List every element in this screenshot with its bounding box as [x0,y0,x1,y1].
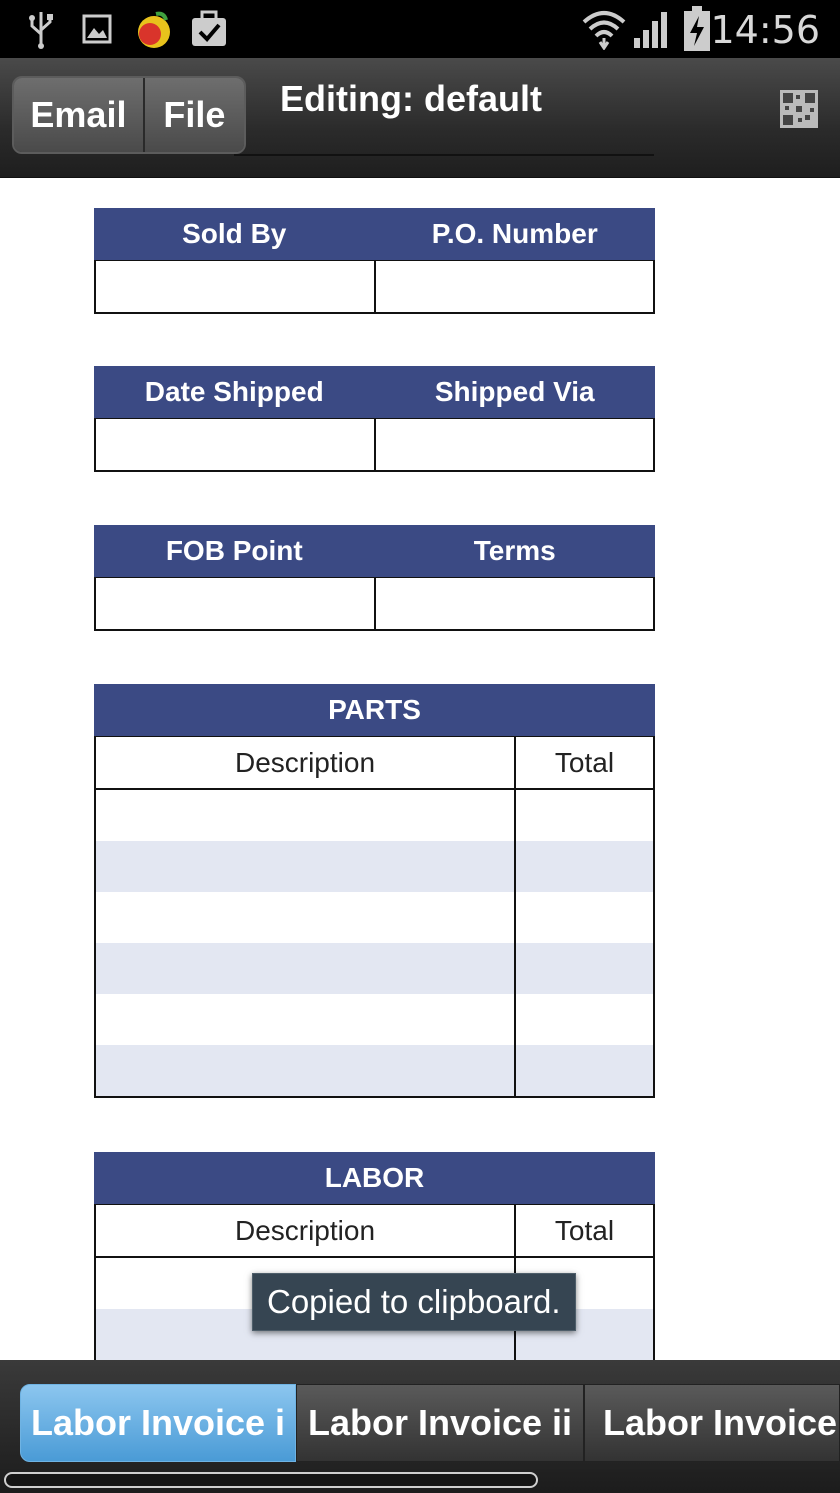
sold-by-label: Sold By [182,218,287,249]
image-icon [82,14,112,44]
email-button[interactable]: Email [14,78,145,152]
shipped-via-field[interactable] [373,419,654,470]
table-row [96,790,653,841]
labor-column-headers: Description Total [94,1204,655,1258]
description-cell[interactable] [96,790,516,841]
total-cell[interactable] [516,841,653,892]
shipped-via-label: Shipped Via [434,376,595,407]
status-bar: 14:56 [0,0,840,58]
table-header: Date Shipped Shipped Via [94,366,655,418]
sold-by-table: Sold By P.O. Number [94,208,655,314]
tab-labor-invoice-iii[interactable]: Labor Invoice [584,1384,840,1462]
parts-description-label: Description [96,737,516,788]
fob-point-field[interactable] [96,578,374,629]
table-header: FOB Point Terms [94,525,655,577]
total-cell[interactable] [516,892,653,943]
total-cell[interactable] [516,994,653,1045]
table-row [96,841,653,892]
tab-labor-invoice-i[interactable]: Labor Invoice i [20,1384,296,1462]
file-button[interactable]: File [144,78,244,152]
description-cell[interactable] [96,841,516,892]
total-cell[interactable] [516,790,653,841]
total-cell[interactable] [516,943,653,994]
terms-table: FOB Point Terms [94,525,655,631]
table-row [96,892,653,943]
po-number-label: P.O. Number [431,218,598,249]
invoice-form: Sold By P.O. Number Date Shipped Shipped… [0,178,840,1360]
description-cell[interactable] [96,892,516,943]
tab-bar: Labor Invoice i Labor Invoice ii Labor I… [0,1360,840,1493]
table-row [94,577,655,631]
qr-code-icon[interactable] [780,90,818,128]
tab-labor-invoice-ii[interactable]: Labor Invoice ii [296,1384,584,1462]
parts-total-label: Total [554,746,615,778]
total-cell[interactable] [516,1045,653,1096]
usb-icon [29,12,53,49]
terms-field[interactable] [373,578,654,629]
clock: 14:56 [710,8,820,52]
sold-by-field[interactable] [96,261,374,312]
battery-charging-icon [684,6,710,51]
parts-column-headers: Description Total [94,736,655,790]
parts-lines [94,790,655,1098]
table-row [96,943,653,994]
description-cell[interactable] [96,994,516,1045]
table-header: Sold By P.O. Number [94,208,655,260]
action-bar: Email File Editing: default [0,58,840,178]
fob-point-label: FOB Point [165,535,303,566]
description-cell[interactable] [96,1045,516,1096]
app-icon [138,11,170,48]
table-row [94,418,655,472]
date-shipped-field[interactable] [96,419,374,470]
parts-table: PARTS Description Total [94,684,655,1098]
terms-label: Terms [473,535,556,566]
shipping-table: Date Shipped Shipped Via [94,366,655,472]
briefcase-check-icon [192,10,226,46]
date-shipped-label: Date Shipped [144,376,324,407]
description-cell[interactable] [96,943,516,994]
table-row [96,994,653,1045]
action-button-group: Email File [12,76,246,154]
toast-message: Copied to clipboard. [252,1273,576,1331]
table-row [96,1045,653,1096]
wifi-icon [582,11,626,50]
tab-scrollbar[interactable] [4,1472,538,1488]
labor-description-label: Description [96,1205,516,1256]
title-underline [234,154,654,156]
page-title: Editing: default [280,78,542,119]
parts-header: PARTS [94,684,655,736]
signal-icon [634,12,667,48]
po-number-field[interactable] [373,261,654,312]
table-row [94,260,655,314]
labor-header: LABOR [94,1152,655,1204]
labor-total-label: Total [554,1214,615,1246]
